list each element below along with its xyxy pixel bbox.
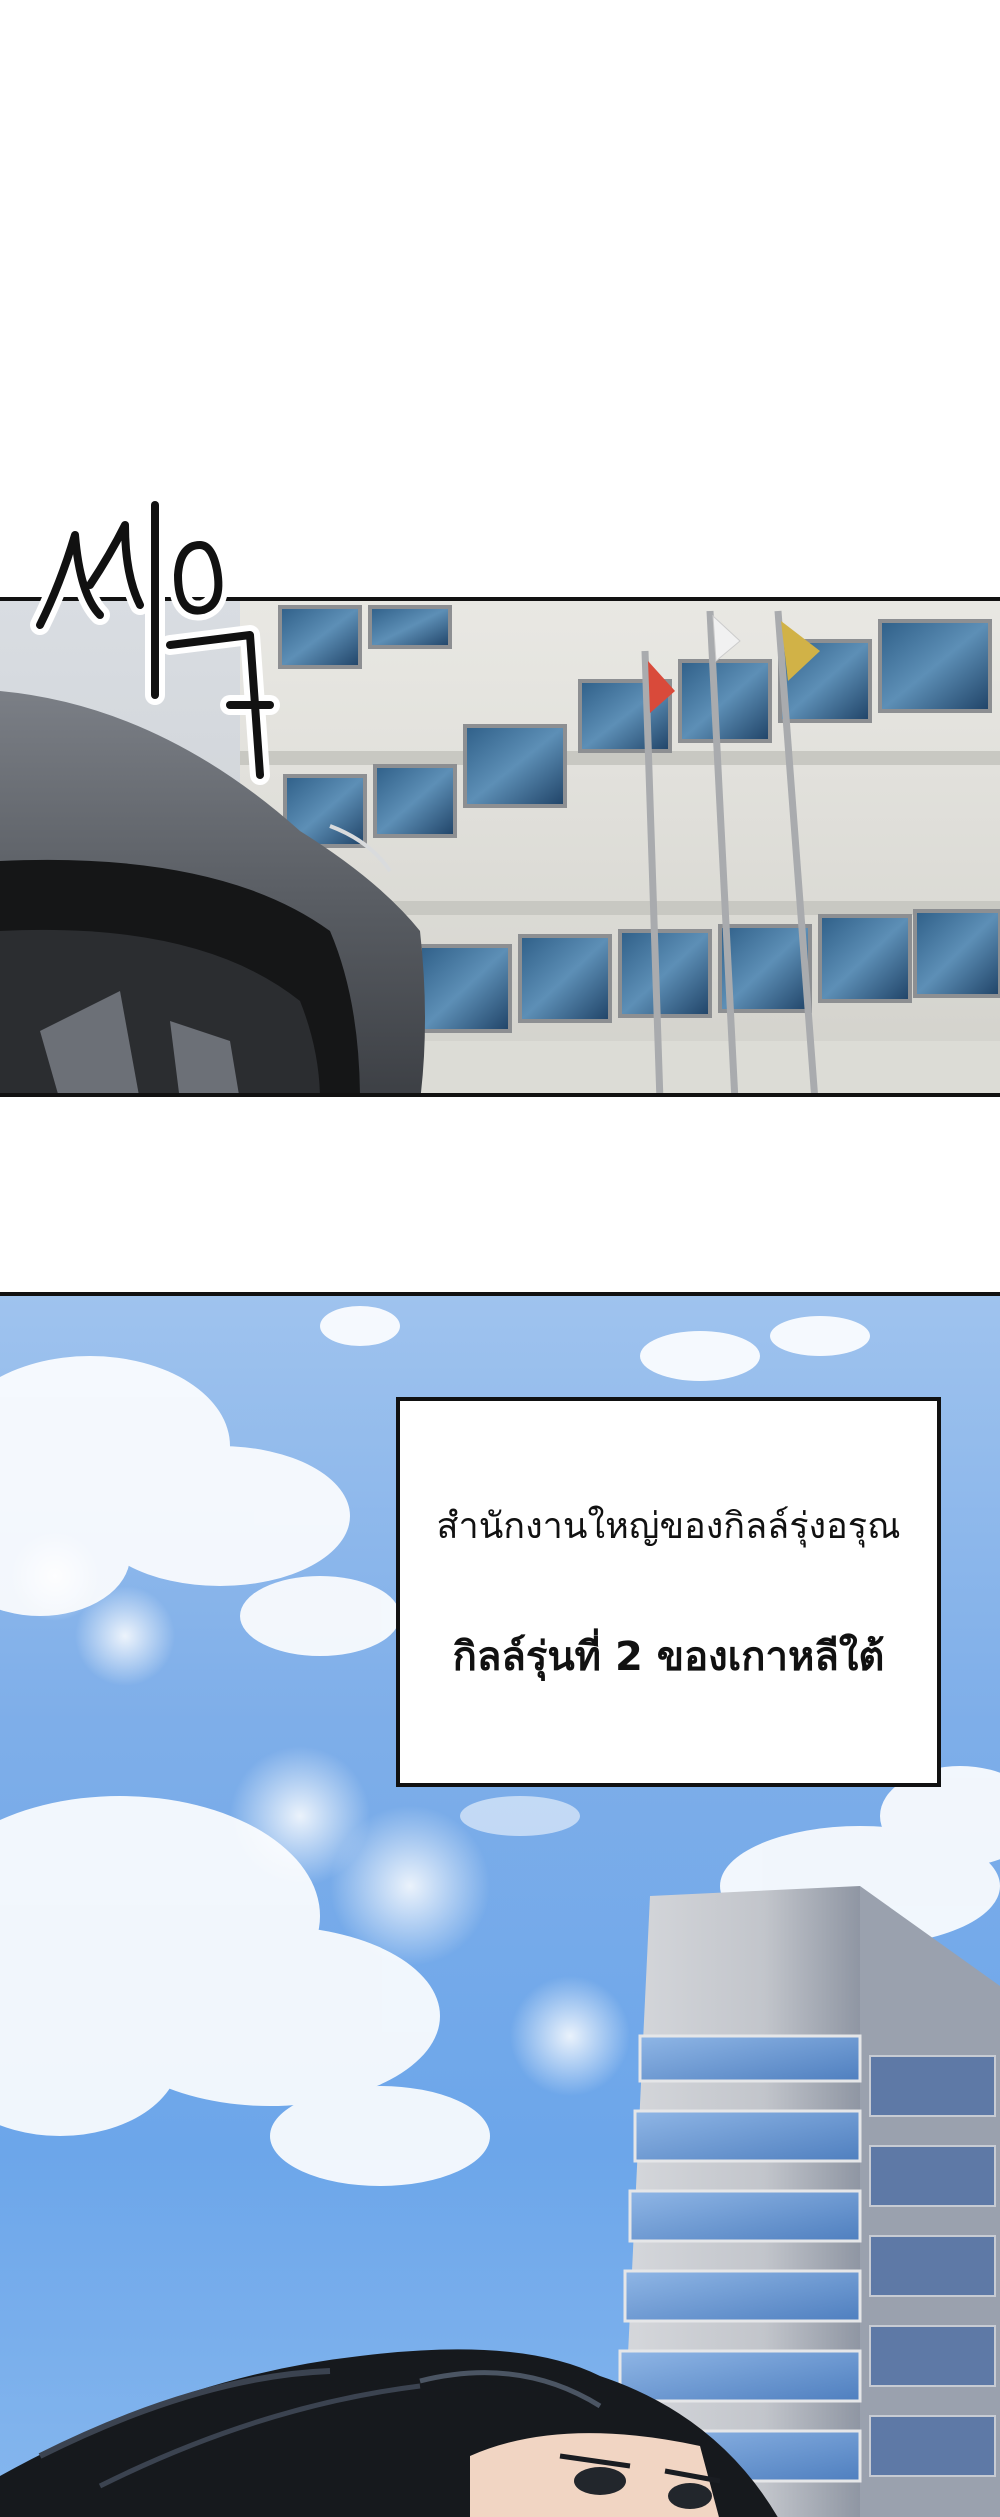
sound-effect: 씨익 [30, 465, 280, 795]
sound-effect-lettering [30, 495, 280, 785]
caption-line-rank: กิลล์รุ่นที่ 2 ของเกาหลีใต้ [452, 1633, 885, 1680]
caption-line-location: สำนักงานใหญ่ของกิลล์รุ่งอรุณ [436, 1505, 901, 1547]
caption-box: สำนักงานใหญ่ของกิลล์รุ่งอรุณ กิลล์รุ่นที… [396, 1397, 941, 1787]
